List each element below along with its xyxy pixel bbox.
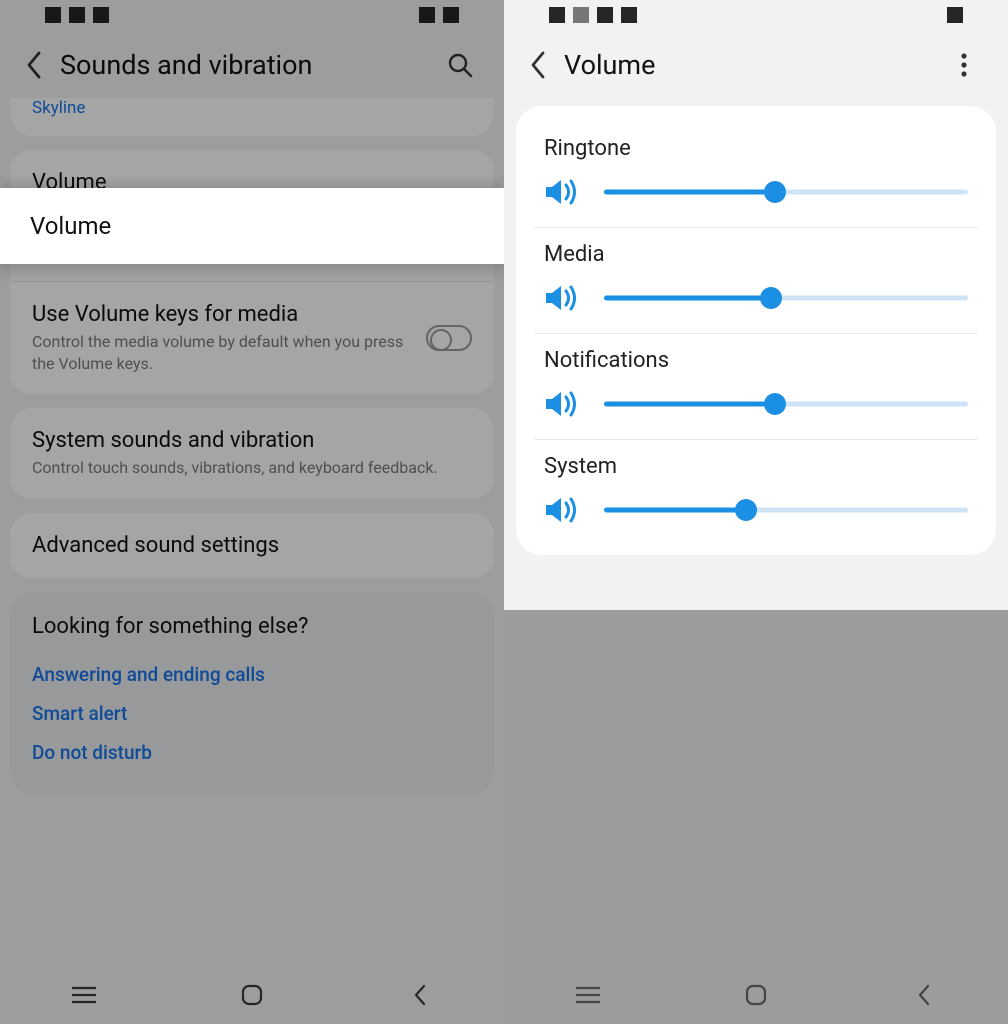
- lfs-link-answering[interactable]: Answering and ending calls: [32, 655, 472, 694]
- back-nav-button[interactable]: [894, 980, 954, 1010]
- back-button[interactable]: [518, 45, 558, 85]
- home-icon: [240, 983, 264, 1007]
- channel-system: System: [516, 440, 996, 531]
- search-button[interactable]: [440, 45, 480, 85]
- more-vert-icon: [960, 51, 968, 79]
- search-icon: [447, 52, 473, 78]
- ringtone-slider[interactable]: [604, 180, 968, 204]
- media-slider[interactable]: [604, 286, 968, 310]
- volume-keys-media-desc: Control the media volume by default when…: [32, 331, 414, 374]
- recents-button[interactable]: [54, 980, 114, 1010]
- appbar: Sounds and vibration: [0, 30, 504, 100]
- speaker-icon: [544, 387, 578, 421]
- advanced-sound-title: Advanced sound settings: [32, 533, 472, 558]
- empty-area: [504, 610, 1008, 1024]
- channel-notifications: Notifications: [516, 334, 996, 425]
- volume-card: Volume Vibration intensity Use Volume ke…: [10, 150, 494, 394]
- media-label: Media: [544, 242, 968, 267]
- status-icon: [93, 7, 109, 23]
- navbar: [504, 966, 1008, 1024]
- status-icon: [45, 7, 61, 23]
- advanced-sound-card: Advanced sound settings: [10, 513, 494, 578]
- speaker-icon: [544, 281, 578, 315]
- status-icon: [947, 7, 963, 23]
- channel-ringtone: Ringtone: [516, 122, 996, 213]
- status-icon: [573, 7, 589, 23]
- appbar: Volume: [504, 30, 1008, 100]
- speaker-icon: [544, 493, 578, 527]
- system-label: System: [544, 454, 968, 479]
- speaker-icon: [544, 175, 578, 209]
- status-icon: [597, 7, 613, 23]
- recents-icon: [573, 985, 603, 1005]
- volume-row-highlighted[interactable]: Volume: [0, 188, 504, 264]
- status-icon: [621, 7, 637, 23]
- system-sounds-row[interactable]: System sounds and vibration Control touc…: [10, 408, 494, 499]
- system-slider[interactable]: [604, 498, 968, 522]
- ringtone-label: Ringtone: [544, 136, 968, 161]
- navbar: [0, 966, 504, 1024]
- ringtone-card-stub: Skyline: [10, 98, 494, 136]
- left-screenshot: Sounds and vibration Skyline Volume Vibr…: [0, 0, 504, 1024]
- status-icon: [443, 7, 459, 23]
- chevron-left-icon: [411, 983, 429, 1007]
- right-screenshot: Volume Ringtone Media: [504, 0, 1008, 1024]
- looking-for-title: Looking for something else?: [32, 614, 472, 639]
- status-icon: [549, 7, 565, 23]
- volume-keys-media-toggle[interactable]: [426, 325, 472, 351]
- system-sounds-card: System sounds and vibration Control touc…: [10, 408, 494, 499]
- ringtone-sublabel[interactable]: Skyline: [10, 98, 494, 132]
- status-icon: [419, 7, 435, 23]
- statusbar: [0, 0, 504, 30]
- system-sounds-title: System sounds and vibration: [32, 428, 472, 453]
- home-button[interactable]: [726, 980, 786, 1010]
- status-icon: [69, 7, 85, 23]
- volume-highlighted-title: Volume: [30, 212, 474, 240]
- back-button[interactable]: [14, 45, 54, 85]
- volume-keys-media-title: Use Volume keys for media: [32, 302, 414, 327]
- notifications-label: Notifications: [544, 348, 968, 373]
- lfs-link-smartalert[interactable]: Smart alert: [32, 694, 472, 733]
- chevron-left-icon: [25, 51, 43, 79]
- recents-icon: [69, 985, 99, 1005]
- more-button[interactable]: [944, 45, 984, 85]
- looking-for-card: Looking for something else? Answering an…: [10, 592, 494, 794]
- channel-media: Media: [516, 228, 996, 319]
- advanced-sound-row[interactable]: Advanced sound settings: [10, 513, 494, 578]
- statusbar: [504, 0, 1008, 30]
- chevron-left-icon: [915, 983, 933, 1007]
- notifications-slider[interactable]: [604, 392, 968, 416]
- home-button[interactable]: [222, 980, 282, 1010]
- left-content: Sounds and vibration Skyline Volume Vibr…: [0, 0, 504, 794]
- system-sounds-desc: Control touch sounds, vibrations, and ke…: [32, 457, 472, 479]
- lfs-link-dnd[interactable]: Do not disturb: [32, 733, 472, 772]
- back-nav-button[interactable]: [390, 980, 450, 1010]
- recents-button[interactable]: [558, 980, 618, 1010]
- page-title: Volume: [564, 49, 944, 81]
- volume-keys-media-row[interactable]: Use Volume keys for media Control the me…: [10, 281, 494, 394]
- volume-panel: Ringtone Media: [516, 106, 996, 555]
- page-title: Sounds and vibration: [60, 49, 440, 81]
- chevron-left-icon: [529, 51, 547, 79]
- home-icon: [744, 983, 768, 1007]
